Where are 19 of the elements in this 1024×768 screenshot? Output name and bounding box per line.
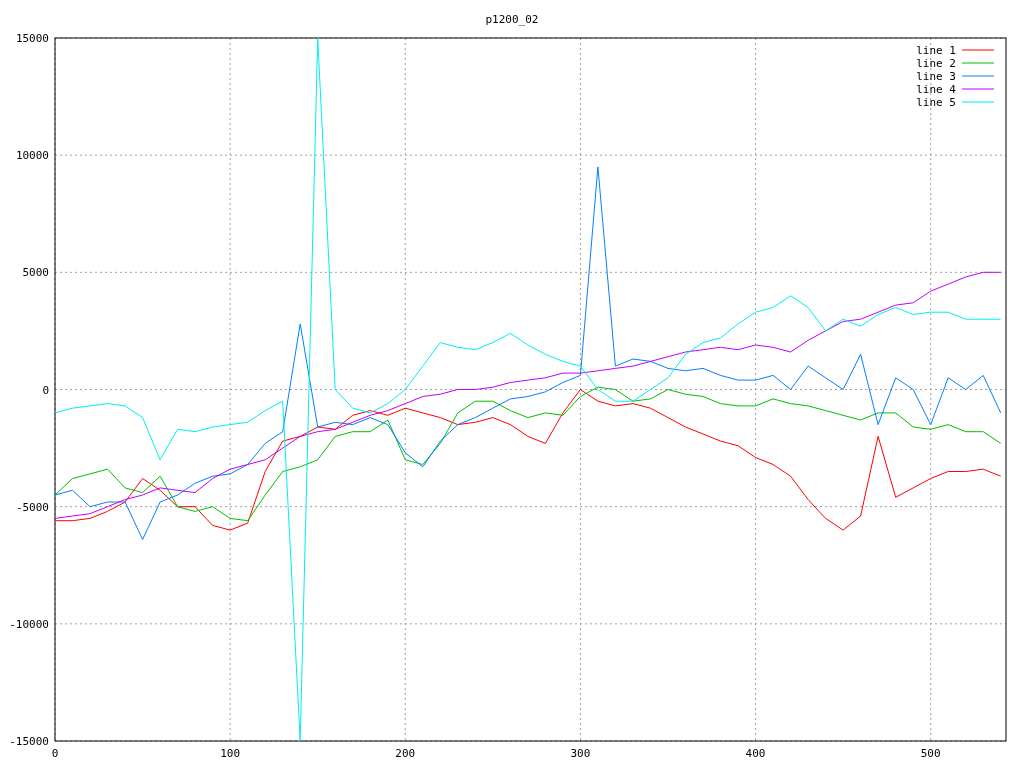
legend-label: line 3 bbox=[916, 70, 956, 83]
y-tick-label: 0 bbox=[42, 383, 49, 397]
legend-label: line 1 bbox=[916, 44, 956, 57]
y-tick-label: -5000 bbox=[15, 500, 49, 514]
legend-label: line 2 bbox=[916, 57, 956, 70]
legend-label: line 5 bbox=[916, 96, 956, 109]
x-tick-label: 200 bbox=[395, 747, 416, 760]
x-tick-label: 400 bbox=[745, 747, 766, 760]
y-tick-label: -10000 bbox=[9, 617, 49, 631]
y-tick-label: 15000 bbox=[15, 32, 49, 45]
y-tick-label: -15000 bbox=[9, 735, 49, 748]
chart-title: p1200_02 bbox=[485, 13, 539, 26]
y-tick-label: 5000 bbox=[22, 266, 49, 280]
x-tick-label: 300 bbox=[570, 747, 591, 760]
x-tick-label: 100 bbox=[220, 747, 241, 760]
x-tick-label: 500 bbox=[920, 747, 941, 760]
legend-label: line 4 bbox=[916, 83, 956, 96]
x-tick-label: 0 bbox=[51, 747, 59, 760]
y-tick-label: 10000 bbox=[15, 149, 49, 163]
